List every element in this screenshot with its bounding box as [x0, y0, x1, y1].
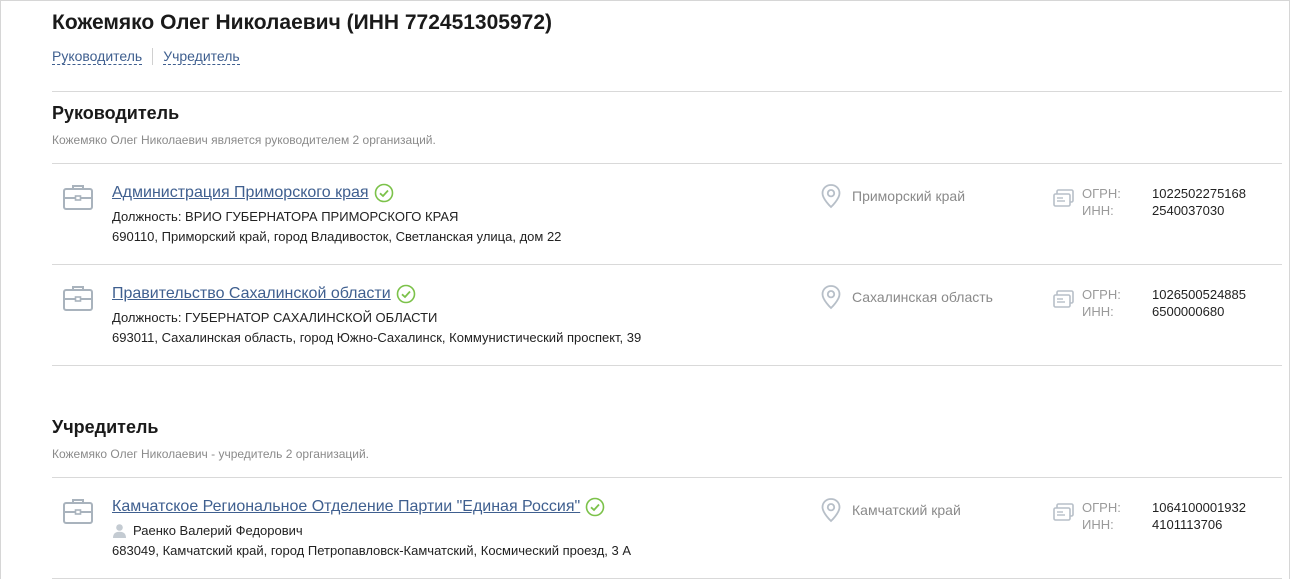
id-card-icon: [1053, 189, 1074, 207]
region-label: Камчатский край: [852, 502, 961, 518]
org-row: Администрация Приморского края Должность…: [52, 165, 1282, 265]
divider: [52, 477, 1282, 478]
org-address: 690110, Приморский край, город Владивост…: [112, 229, 562, 244]
section-subtitle-director: Кожемяко Олег Николаевич является руково…: [52, 133, 436, 147]
person-name: Раенко Валерий Федорович: [133, 523, 303, 538]
briefcase-icon: [63, 185, 93, 210]
ogrn-label: ОГРН:: [1082, 500, 1121, 515]
inn-label: ИНН:: [1082, 517, 1114, 532]
org-person: Раенко Валерий Федорович: [112, 523, 303, 541]
id-labels: ОГРН: ИНН:: [1082, 499, 1121, 533]
ogrn-value: 1064100001932: [1152, 500, 1246, 515]
ogrn-label: ОГРН:: [1082, 287, 1121, 302]
map-pin-icon: [821, 184, 841, 209]
frame-left-border: [0, 0, 1, 579]
check-circle-icon: [585, 497, 605, 517]
person-icon: [113, 524, 126, 538]
divider: [52, 163, 1282, 164]
id-card-icon: [1053, 503, 1074, 521]
inn-value: 4101113706: [1152, 517, 1223, 532]
section-tabs: Руководитель Учредитель: [52, 48, 240, 65]
region-label: Сахалинская область: [852, 289, 993, 305]
section-title-director: Руководитель: [52, 103, 180, 123]
ogrn-value: 1022502275168: [1152, 186, 1246, 201]
tab-director[interactable]: Руководитель: [52, 48, 143, 65]
org-position: Должность: ВРИО ГУБЕРНАТОРА ПРИМОРСКОГО …: [112, 209, 459, 224]
id-card-icon: [1053, 290, 1074, 308]
org-title-line: Правительство Сахалинской области: [112, 284, 416, 304]
divider: [52, 91, 1282, 92]
map-pin-icon: [821, 498, 841, 523]
org-region: Приморский край: [820, 183, 965, 209]
divider: [52, 264, 1282, 265]
org-link[interactable]: Камчатское Региональное Отделение Партии…: [112, 498, 580, 516]
region-label: Приморский край: [852, 188, 966, 204]
section-title-founder: Учредитель: [52, 417, 159, 437]
org-link[interactable]: Правительство Сахалинской области: [112, 285, 391, 303]
id-labels: ОГРН: ИНН:: [1082, 286, 1121, 320]
map-pin-icon: [821, 285, 841, 310]
org-address: 693011, Сахалинская область, город Южно-…: [112, 330, 642, 345]
ogrn-label: ОГРН:: [1082, 186, 1121, 201]
check-circle-icon: [396, 284, 415, 304]
id-labels: ОГРН: ИНН:: [1082, 185, 1121, 219]
page-title: Кожемяко Олег Николаевич (ИНН 7724513059…: [52, 11, 553, 34]
org-title-line: Камчатское Региональное Отделение Партии…: [112, 497, 605, 517]
divider: [52, 365, 1282, 366]
frame-top-border: [0, 0, 1290, 1]
org-region: Сахалинская область: [820, 284, 993, 310]
briefcase-icon: [63, 286, 93, 311]
inn-value: 6500000680: [1152, 304, 1225, 319]
ogrn-value: 1026500524885: [1152, 287, 1246, 302]
org-position: Должность: ГУБЕРНАТОР САХАЛИНСКОЙ ОБЛАСТ…: [112, 310, 438, 325]
inn-label: ИНН:: [1082, 304, 1114, 319]
id-values: 1022502275168 2540037030: [1152, 185, 1246, 219]
org-address: 683049, Камчатский край, город Петропавл…: [112, 543, 632, 558]
section-subtitle-founder: Кожемяко Олег Николаевич - учредитель 2 …: [52, 447, 369, 461]
tab-founder[interactable]: Учредитель: [163, 48, 240, 65]
inn-label: ИНН:: [1082, 203, 1114, 218]
org-title-line: Администрация Приморского края: [112, 183, 394, 203]
tab-separator: [152, 48, 154, 65]
check-circle-icon: [374, 183, 393, 203]
id-values: 1026500524885 6500000680: [1152, 286, 1246, 320]
org-row: Правительство Сахалинской области Должно…: [52, 266, 1282, 366]
inn-value: 2540037030: [1152, 203, 1225, 218]
org-region: Камчатский край: [820, 497, 961, 523]
org-row: Камчатское Региональное Отделение Партии…: [52, 479, 1282, 579]
id-values: 1064100001932 4101113706: [1152, 499, 1246, 533]
briefcase-icon: [63, 499, 93, 524]
org-link[interactable]: Администрация Приморского края: [112, 184, 369, 202]
